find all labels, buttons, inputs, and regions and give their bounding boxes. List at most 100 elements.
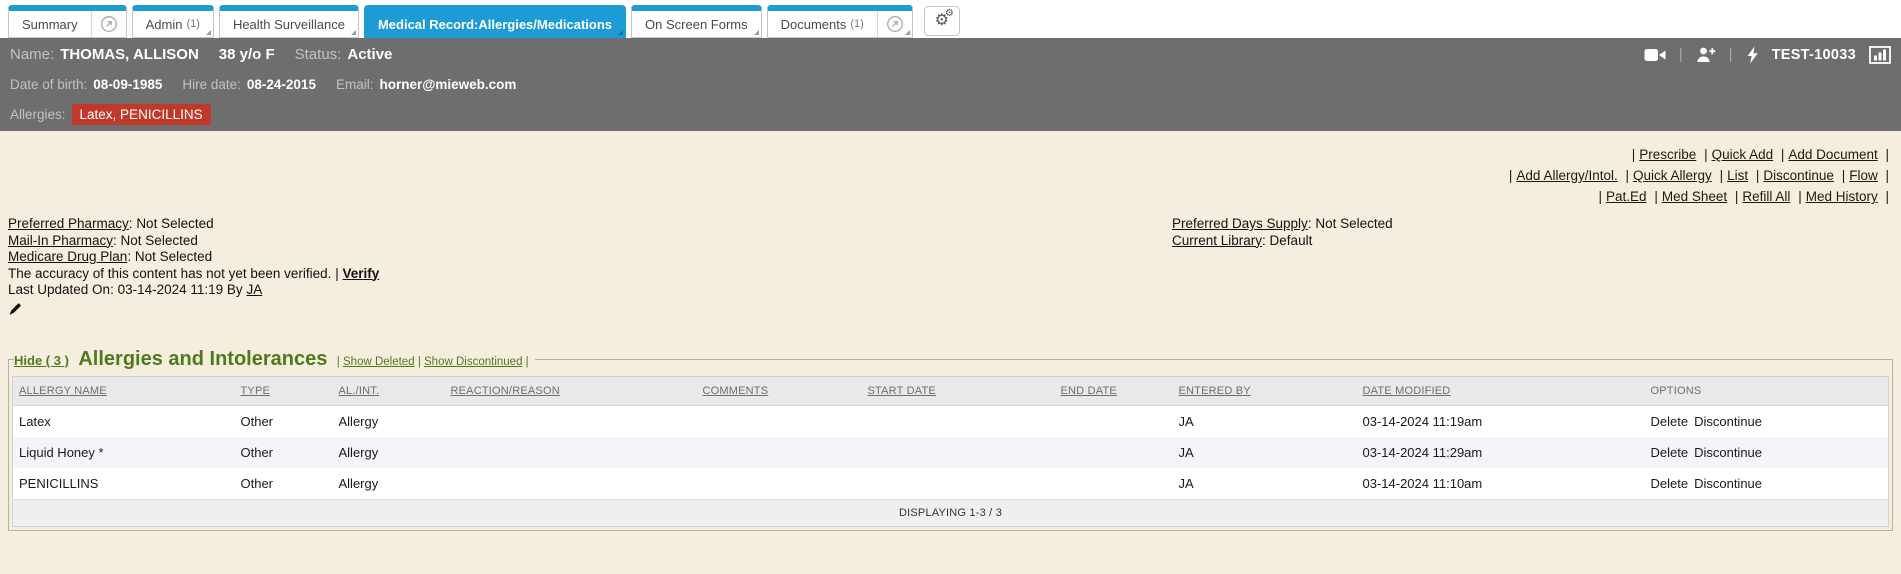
edit-pencil-icon[interactable]: [8, 302, 22, 316]
lightning-icon[interactable]: [1746, 46, 1759, 64]
gear-small-icon: ⚙: [944, 8, 954, 19]
med-history-link[interactable]: Med History: [1806, 189, 1878, 204]
video-camera-icon[interactable]: [1644, 47, 1666, 63]
patient-age-sex: 38 y/o F: [218, 46, 275, 63]
cell-entered-by: JA: [1178, 476, 1194, 491]
name-label: Name:: [10, 46, 55, 63]
add-person-icon[interactable]: [1696, 46, 1716, 63]
cell-start-date: [862, 468, 1055, 500]
popout-arrow-icon: [100, 16, 117, 32]
hide-section-link[interactable]: Hide ( 3 ): [14, 353, 69, 368]
tab-documents[interactable]: Documents (1): [766, 5, 913, 38]
pharmacy-info: Preferred Pharmacy: Not Selected Mail-In…: [8, 216, 1893, 320]
cell-start-date: [862, 437, 1055, 468]
delete-link[interactable]: Delete: [1651, 445, 1689, 460]
col-options: OPTIONS: [1644, 376, 1889, 406]
tab-bar: Summary Admin (1) Health Surveillance Med…: [0, 0, 1901, 38]
dob-label: Date of birth:: [10, 77, 88, 92]
patient-name: THOMAS, ALLISON: [60, 46, 199, 63]
patient-email: horner@mieweb.com: [379, 77, 517, 92]
col-entered-by[interactable]: ENTERED BY: [1172, 376, 1357, 406]
medicare-drug-plan-link[interactable]: Medicare Drug Plan: [8, 249, 127, 264]
cell-type: Other: [240, 445, 274, 460]
tab-summary[interactable]: Summary: [8, 5, 127, 38]
mail-in-pharmacy-link[interactable]: Mail-In Pharmacy: [8, 233, 113, 248]
tab-on-screen-forms[interactable]: On Screen Forms: [631, 5, 762, 38]
quick-add-link[interactable]: Quick Add: [1712, 147, 1774, 162]
delete-link[interactable]: Delete: [1651, 476, 1689, 491]
verify-line: The accuracy of this content has not yet…: [8, 265, 380, 281]
preferred-pharmacy-link[interactable]: Preferred Pharmacy: [8, 216, 129, 231]
verify-link[interactable]: Verify: [342, 266, 379, 281]
col-date-modified[interactable]: DATE MODIFIED: [1356, 376, 1645, 406]
pat-ed-link[interactable]: Pat.Ed: [1606, 189, 1647, 204]
discontinue-link[interactable]: Discontinue: [1763, 168, 1834, 183]
quick-links-row-1: | Prescribe | Quick Add | Add Document |: [1631, 147, 1889, 162]
tab-medical-record-allergies-medications[interactable]: Medical Record:Allergies/Medications: [363, 5, 627, 38]
mail-in-pharmacy-value: Not Selected: [120, 232, 198, 248]
discontinue-row-link[interactable]: Discontinue: [1694, 476, 1762, 491]
delete-link[interactable]: Delete: [1651, 414, 1689, 429]
cell-entered-by: JA: [1178, 414, 1194, 429]
col-al-int[interactable]: AL./INT.: [332, 376, 445, 406]
patient-status: Active: [347, 46, 393, 63]
refill-all-link[interactable]: Refill All: [1742, 189, 1790, 204]
cell-date-modified: 03-14-2024 11:29am: [1362, 445, 1483, 460]
col-start-date[interactable]: START DATE: [861, 376, 1055, 406]
tab-dropdown-fold: [350, 30, 356, 35]
page: Summary Admin (1) Health Surveillance Med…: [0, 0, 1901, 574]
tab-on-screen-forms-label: On Screen Forms: [645, 16, 748, 32]
tab-health-surveillance[interactable]: Health Surveillance: [218, 5, 359, 38]
bar-chart-icon[interactable]: [1869, 45, 1891, 64]
quick-links-row-3: | Pat.Ed | Med Sheet | Refill All | Med Hist…: [1598, 189, 1890, 204]
flow-link[interactable]: Flow: [1849, 168, 1878, 183]
cell-end-date: [1055, 437, 1173, 468]
current-library-link[interactable]: Current Library: [1172, 233, 1262, 248]
show-deleted-link[interactable]: Show Deleted: [343, 356, 415, 368]
med-sheet-link[interactable]: Med Sheet: [1662, 189, 1727, 204]
cell-options: Delete Discontinue: [1645, 406, 1889, 438]
pharmacy-info-right: Preferred Days Supply: Not Selected Curr…: [1172, 216, 1393, 249]
allergies-section-header: Hide ( 3 ) Allergies and Intolerances | …: [14, 348, 529, 370]
cell-reaction: [445, 437, 697, 468]
cell-date-modified: 03-14-2024 11:19am: [1362, 414, 1483, 429]
col-type[interactable]: TYPE: [234, 376, 333, 406]
col-comments[interactable]: COMMENTS: [696, 376, 862, 406]
col-reaction-reason[interactable]: REACTION/REASON: [444, 376, 697, 406]
pharmacy-info-left: Preferred Pharmacy: Not Selected Mail-In…: [8, 216, 1893, 320]
allergies-badge[interactable]: Latex, PENICILLINS: [71, 104, 211, 125]
tab-admin-count: (1): [186, 18, 200, 30]
tab-admin[interactable]: Admin (1): [131, 5, 214, 38]
add-allergy-intol-link[interactable]: Add Allergy/Intol.: [1516, 168, 1617, 183]
summary-popout-button[interactable]: [90, 11, 126, 37]
cell-date-modified: 03-14-2024 11:10am: [1362, 476, 1483, 491]
table-row-liquid-honey: Liquid Honey * Other Allergy JA 03-14-20…: [12, 437, 1889, 468]
show-discontinued-link[interactable]: Show Discontinued: [424, 356, 522, 368]
medicare-drug-plan-value: Not Selected: [134, 249, 213, 264]
col-allergy-name[interactable]: ALLERGY NAME: [12, 376, 235, 406]
last-updated-by-link[interactable]: JA: [246, 282, 262, 297]
tab-summary-label: Summary: [22, 16, 78, 32]
settings-gears-button[interactable]: ⚙ ⚙: [923, 6, 960, 36]
preferred-days-supply-link[interactable]: Preferred Days Supply: [1172, 216, 1308, 231]
cell-type: Other: [240, 476, 274, 491]
discontinue-row-link[interactable]: Discontinue: [1694, 445, 1762, 460]
prescribe-link[interactable]: Prescribe: [1639, 147, 1696, 162]
quick-links-row-2: | Add Allergy/Intol. | Quick Allergy | List…: [1508, 168, 1889, 183]
quick-links: | Prescribe | Quick Add | Add Document | | A…: [8, 131, 1893, 207]
add-document-link[interactable]: Add Document: [1788, 147, 1877, 162]
col-end-date[interactable]: END DATE: [1054, 376, 1173, 406]
mail-in-pharmacy-line: Mail-In Pharmacy: Not Selected: [8, 232, 198, 248]
list-link[interactable]: List: [1727, 168, 1748, 183]
main-content: | Prescribe | Quick Add | Add Document | | A…: [0, 131, 1901, 574]
tab-dropdown-fold: [618, 30, 624, 35]
discontinue-row-link[interactable]: Discontinue: [1694, 414, 1762, 429]
allergies-label: Allergies:: [10, 107, 66, 122]
quick-allergy-link[interactable]: Quick Allergy: [1633, 168, 1712, 183]
tab-dropdown-fold: [904, 30, 910, 35]
cell-allergy-name: PENICILLINS: [19, 476, 99, 491]
displaying-count: DISPLAYING 1-3 / 3: [12, 499, 1889, 527]
table-row-penicillins: PENICILLINS Other Allergy JA 03-14-2024 …: [13, 468, 1889, 500]
allergies-section-title: Allergies and Intolerances: [78, 348, 328, 370]
cell-start-date: [862, 406, 1055, 438]
